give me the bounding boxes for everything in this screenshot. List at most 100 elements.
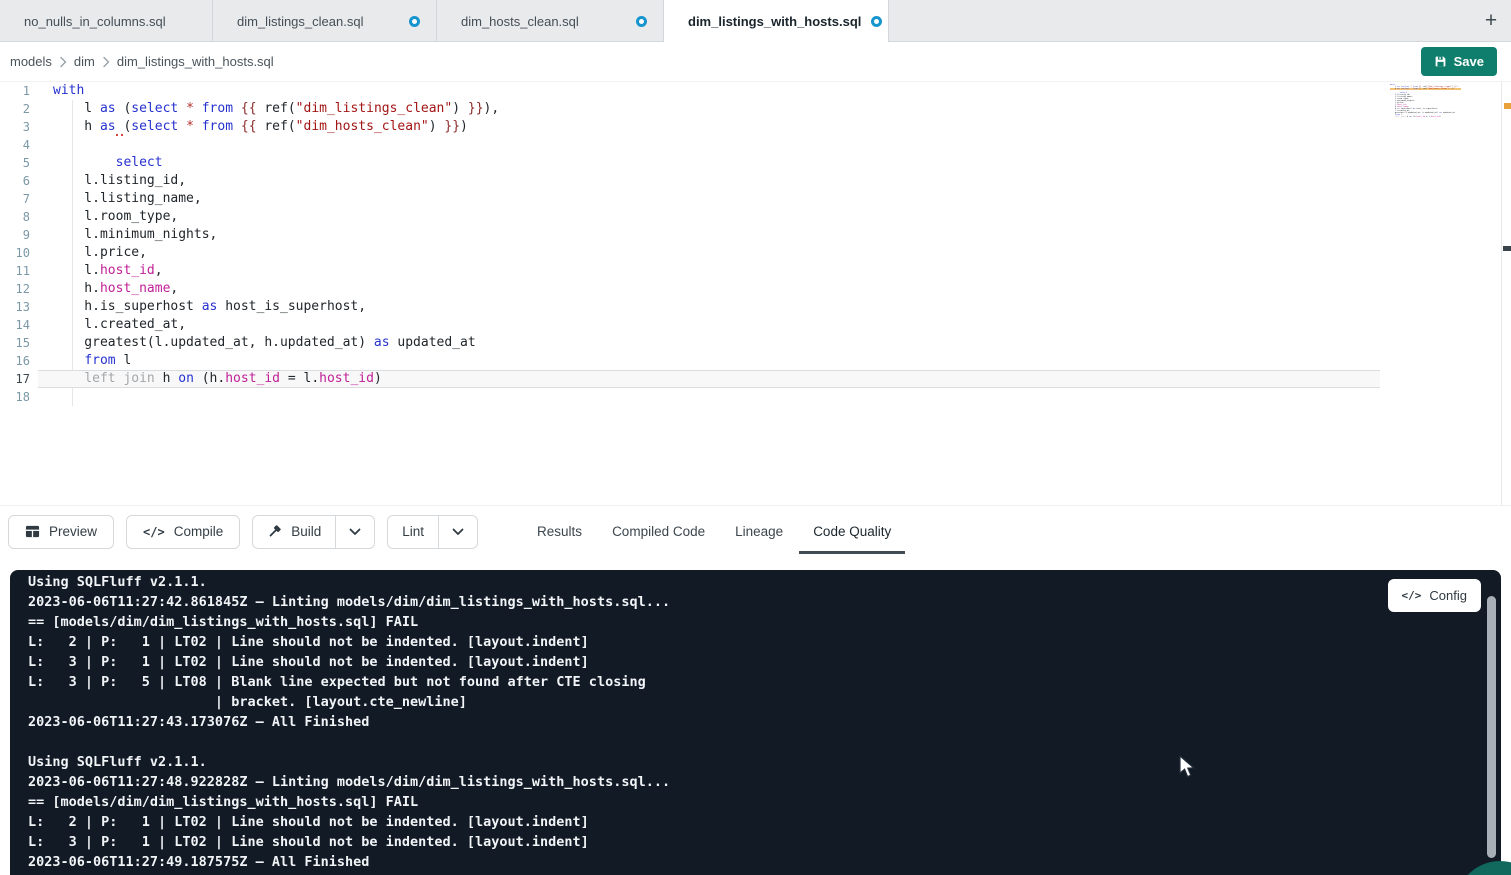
code-line[interactable]: with <box>38 82 1380 100</box>
tab-code-quality[interactable]: Code Quality <box>798 506 906 558</box>
build-button[interactable]: Build <box>252 515 335 549</box>
line-number: 1 <box>0 82 30 100</box>
tab-compiled-code[interactable]: Compiled Code <box>597 506 720 558</box>
console-scrollbar-thumb[interactable] <box>1487 596 1496 858</box>
terminal-line: Using SQLFluff v2.1.1. <box>28 752 1501 772</box>
line-number: 16 <box>0 352 30 370</box>
code-token: host_name <box>100 281 170 296</box>
code-line[interactable]: h as (select * from {{ ref("dim_hosts_cl… <box>38 118 1380 136</box>
code-token: {{ <box>241 101 257 116</box>
code-token: updated_at <box>1442 112 1455 114</box>
terminal-line: 2023-06-06T11:27:42.861845Z — Linting mo… <box>28 592 1501 612</box>
breadcrumb-item[interactable]: dim <box>74 54 95 69</box>
code-brackets-icon: </> <box>143 525 165 539</box>
build-dropdown-button[interactable] <box>335 515 375 549</box>
breadcrumb-item[interactable]: dim_listings_with_hosts.sql <box>117 54 274 69</box>
line-number: 17 <box>0 370 30 388</box>
lint-dropdown-button[interactable] <box>438 515 478 549</box>
code-token: as <box>202 299 218 314</box>
new-tab-button[interactable]: + <box>1477 7 1505 35</box>
code-line[interactable]: from l <box>38 352 1380 370</box>
code-token: "dim_hosts_clean" <box>296 119 429 134</box>
code-token: ) <box>1439 116 1440 118</box>
terminal-line <box>28 732 1501 752</box>
code-line[interactable]: select <box>38 154 1380 172</box>
code-token: host_is_superhost, <box>1415 108 1438 110</box>
line-number: 2 <box>0 100 30 118</box>
modified-dot <box>871 16 882 27</box>
tab-results[interactable]: Results <box>522 506 597 558</box>
code-line[interactable] <box>38 136 1380 154</box>
code-editor[interactable]: 123456789101112131415161718 with l as (s… <box>0 82 1511 505</box>
compile-button[interactable]: </> Compile <box>126 515 240 549</box>
code-line[interactable]: l.listing_name, <box>38 190 1380 208</box>
active-tab-underline <box>799 551 905 554</box>
code-token: as <box>100 119 116 134</box>
editor-tab[interactable]: dim_hosts_clean.sql <box>437 0 664 42</box>
code-line[interactable]: l.minimum_nights, <box>38 226 1380 244</box>
code-token: h <box>155 371 178 386</box>
terminal-line: == [models/dim/dim_listings_with_hosts.s… <box>28 792 1501 812</box>
code-token: left <box>84 371 115 386</box>
code-token: join <box>123 371 154 386</box>
minimap[interactable]: with l as (select * from {{ ref("dim_lis… <box>1390 84 1461 120</box>
editor-tab[interactable]: dim_listings_clean.sql <box>213 0 437 42</box>
save-button[interactable]: Save <box>1421 47 1497 76</box>
code-token: ), <box>1456 86 1458 88</box>
breadcrumb-item[interactable]: models <box>10 54 52 69</box>
overview-scroll-marker <box>1503 246 1511 251</box>
code-token: l.minimum_nights, <box>53 227 217 242</box>
code-token: h.is_superhost <box>53 299 202 314</box>
code-token: , <box>170 281 178 296</box>
terminal-line: L: 3 | P: 5 | LT08 | Blank line expected… <box>28 672 1501 692</box>
line-number: 12 <box>0 280 30 298</box>
code-token <box>178 101 186 116</box>
lint-output-console: Using SQLFluff v2.1.1.2023-06-06T11:27:4… <box>10 570 1501 875</box>
line-number: 4 <box>0 136 30 154</box>
code-token <box>53 371 84 386</box>
line-number: 9 <box>0 226 30 244</box>
result-tab-label: Compiled Code <box>612 524 705 539</box>
code-line[interactable]: left join h on (h.host_id = l.host_id) <box>38 370 1380 388</box>
line-number: 8 <box>0 208 30 226</box>
code-token: }} <box>468 101 484 116</box>
editor-tab[interactable]: no_nulls_in_columns.sql <box>0 0 213 42</box>
tab-lineage[interactable]: Lineage <box>720 506 798 558</box>
line-number: 15 <box>0 334 30 352</box>
code-token: from <box>84 353 115 368</box>
terminal-line: 2023-06-06T11:27:49.187575Z — All Finish… <box>28 852 1501 872</box>
lint-label: Lint <box>402 524 424 539</box>
code-token: "dim_hosts_clean" <box>1427 88 1447 90</box>
code-token: (h. <box>194 371 225 386</box>
code-line[interactable]: l.host_id, <box>38 262 1380 280</box>
code-token: host_id <box>100 263 155 278</box>
code-line[interactable]: h.host_name, <box>38 280 1380 298</box>
code-token: ), <box>484 101 500 116</box>
code-token: host_is_superhost, <box>217 299 366 314</box>
lint-button[interactable]: Lint <box>387 515 438 549</box>
line-number: 10 <box>0 244 30 262</box>
preview-button[interactable]: Preview <box>8 515 114 549</box>
code-line[interactable]: h.is_superhost as host_is_superhost, <box>38 298 1380 316</box>
code-token: host_id <box>319 371 374 386</box>
terminal-line: 2023-06-06T11:27:48.922828Z — Linting mo… <box>28 772 1501 792</box>
modified-dot <box>409 16 420 27</box>
code-line[interactable]: l.listing_id, <box>38 172 1380 190</box>
config-button[interactable]: </> Config <box>1388 579 1481 612</box>
editor-tab[interactable]: dim_listings_with_hosts.sql <box>664 0 889 42</box>
code-line[interactable]: greatest(l.updated_at, h.updated_at) as … <box>38 334 1380 352</box>
code-area[interactable]: with l as (select * from {{ ref("dim_lis… <box>38 82 1380 406</box>
code-line[interactable] <box>38 388 1380 406</box>
code-token <box>233 119 241 134</box>
code-token: ) <box>460 119 468 134</box>
code-token: l <box>116 353 132 368</box>
code-token: l.listing_name, <box>53 191 202 206</box>
code-line[interactable]: l.created_at, <box>38 316 1380 334</box>
code-line[interactable]: l.price, <box>38 244 1380 262</box>
code-line[interactable]: l as (select * from {{ ref("dim_listings… <box>38 100 1380 118</box>
preview-label: Preview <box>49 524 97 539</box>
code-token: * <box>186 119 194 134</box>
tab-label: dim_listings_clean.sql <box>237 14 363 29</box>
code-line[interactable]: l.room_type, <box>38 208 1380 226</box>
code-token: ) <box>452 101 468 116</box>
